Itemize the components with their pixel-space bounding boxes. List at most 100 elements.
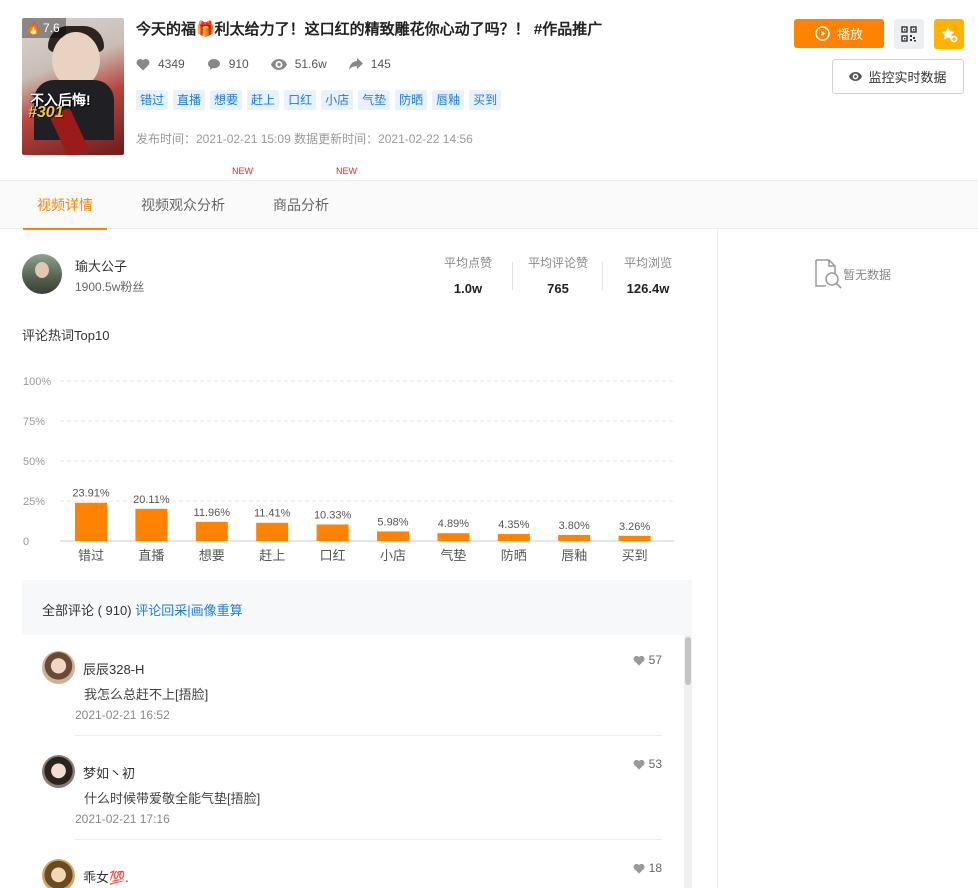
bar-想要 <box>195 521 228 541</box>
thumb-number: #301 <box>28 104 64 121</box>
keywords-section-title: 评论热词Top10 <box>22 328 110 343</box>
bar-气垫 <box>437 533 470 541</box>
metric-avg-likes: 平均点赞 1.0w <box>440 254 496 296</box>
y-tick-label: 75% <box>23 416 45 428</box>
bar-直播 <box>135 508 168 541</box>
metric-value: 765 <box>547 281 569 296</box>
tag-6[interactable]: 气垫 <box>358 90 391 110</box>
comment-text: 什么时候带爱敬全能气垫[捂脸] <box>84 791 261 806</box>
bar-买到 <box>618 535 651 541</box>
comments-total: 全部评论 ( 910) <box>42 603 132 618</box>
video-title: 今天的福🎁利太给力了！这口红的精致雕花你心动了吗？！ #作品推广 <box>136 21 603 38</box>
likes-value: 18 <box>648 861 662 875</box>
qrcode-icon <box>901 26 917 42</box>
stat-likes: 4349 <box>136 57 185 71</box>
comment-text: 我怎么总赶不上[捂脸] <box>84 687 209 702</box>
tab-video-detail[interactable]: 视频详情 <box>23 181 107 230</box>
bar-value-label: 10.33% <box>314 509 352 521</box>
x-tick-label: 防晒 <box>501 548 527 563</box>
comment-item: 辰辰328-H 我怎么总赶不上[捂脸] 2021-02-21 16:52 57 <box>42 635 662 739</box>
monitor-label: 监控实时数据 <box>868 70 947 85</box>
video-thumbnail[interactable]: 不入后悔! #301 🔥 7.6 <box>22 18 124 155</box>
video-header: 不入后悔! #301 🔥 7.6 今天的福🎁利太给力了！这口红的精致雕花你心动了吗… <box>0 0 978 180</box>
comments-list: 辰辰328-H 我怎么总赶不上[捂脸] 2021-02-21 16:52 57 … <box>22 635 692 888</box>
comment-likes: 18 <box>633 861 662 875</box>
play-icon <box>815 26 830 41</box>
tab-product-analysis[interactable]: 商品分析 NEW <box>273 166 357 229</box>
video-stats: 4349 910 51.6w 145 <box>136 57 413 71</box>
commenter-name: 梦如丶初 <box>83 766 136 781</box>
views-count: 51.6w <box>294 57 327 71</box>
empty-state: 暂无数据 <box>813 258 891 290</box>
recrawl-link[interactable]: 评论回采|画像重算 <box>135 603 242 618</box>
star-plus-icon <box>941 26 958 42</box>
panel-divider <box>717 229 718 888</box>
likes-value: 57 <box>648 653 662 667</box>
heart-icon <box>633 759 645 770</box>
tag-9[interactable]: 买到 <box>469 90 502 110</box>
comment-item: 梦如丶初 什么时候带爱敬全能气垫[捂脸] 2021-02-21 17:16 53 <box>42 739 662 843</box>
y-tick-label: 0 <box>23 536 29 548</box>
comments-count: 910 <box>228 57 249 71</box>
metric-label: 平均评论赞 <box>527 256 588 270</box>
play-button[interactable]: 播放 <box>794 19 884 48</box>
author-avatar[interactable] <box>22 254 62 294</box>
metric-value: 126.4w <box>626 281 670 296</box>
comments-scrollbar[interactable] <box>684 635 692 888</box>
tag-8[interactable]: 唇釉 <box>432 90 465 110</box>
commenter-name: 乖女💯. <box>83 870 129 885</box>
bar-赶上 <box>256 522 289 541</box>
new-badge: NEW <box>232 166 253 176</box>
y-tick-label: 100% <box>23 376 51 388</box>
commenter-avatar[interactable] <box>42 651 75 684</box>
tag-4[interactable]: 口红 <box>284 90 317 110</box>
comment-separator <box>75 839 662 840</box>
bar-value-label: 4.35% <box>498 519 529 531</box>
tab-label: 视频观众分析 <box>141 197 225 213</box>
tag-5[interactable]: 小店 <box>321 90 354 110</box>
comments-header: 全部评论 ( 910) 评论回采|画像重算 <box>42 600 243 619</box>
comment-item: 乖女💯. 18 <box>42 843 662 888</box>
metric-avg-views: 平均浏览 126.4w <box>618 254 678 296</box>
comment-likes: 53 <box>633 757 662 771</box>
stat-shares: 145 <box>348 57 391 71</box>
metric-avg-comment-likes: 平均评论赞 765 <box>524 254 592 296</box>
metric-separator <box>602 262 603 290</box>
author-name[interactable]: 瑜大公子 <box>75 256 127 275</box>
bar-口红 <box>316 524 349 541</box>
x-tick-label: 唇釉 <box>561 548 587 563</box>
tag-7[interactable]: 防晒 <box>395 90 428 110</box>
commenter-avatar[interactable] <box>42 859 75 888</box>
tab-label: 商品分析 <box>273 197 329 213</box>
qrcode-button[interactable] <box>894 19 924 49</box>
comment-separator <box>75 735 662 736</box>
tab-label: 视频详情 <box>37 197 93 213</box>
metric-label: 平均浏览 <box>623 256 672 270</box>
metric-value: 1.0w <box>453 281 483 296</box>
bar-防晒 <box>497 534 530 541</box>
bar-value-label: 23.91% <box>72 488 110 500</box>
monitor-realtime-button[interactable]: 监控实时数据 <box>832 59 964 94</box>
scrollbar-thumb[interactable] <box>685 637 691 685</box>
y-tick-label: 25% <box>23 496 45 508</box>
tag-3[interactable]: 赶上 <box>247 90 280 110</box>
x-tick-label: 小店 <box>380 548 406 563</box>
commenter-avatar[interactable] <box>42 755 75 788</box>
comment-likes: 57 <box>633 653 662 667</box>
bar-value-label: 11.96% <box>194 507 231 519</box>
play-label: 播放 <box>836 27 863 42</box>
likes-value: 53 <box>648 757 662 771</box>
empty-text: 暂无数据 <box>843 267 892 282</box>
no-data-search-icon <box>815 259 842 289</box>
bar-value-label: 4.89% <box>438 518 469 530</box>
bar-value-label: 3.80% <box>559 520 590 532</box>
tag-2[interactable]: 想要 <box>210 90 243 110</box>
eye-icon <box>270 58 287 70</box>
heart-icon <box>633 655 645 666</box>
author-fans: 1900.5w粉丝 <box>75 280 145 294</box>
favorite-button[interactable] <box>934 19 964 49</box>
tab-audience-analysis[interactable]: 视频观众分析 NEW <box>141 166 253 229</box>
tag-0[interactable]: 错过 <box>136 90 169 110</box>
tag-1[interactable]: 直播 <box>173 90 206 110</box>
comments-panel: 全部评论 ( 910) 评论回采|画像重算 辰辰328-H 我怎么总赶不上[捂脸… <box>22 580 692 888</box>
